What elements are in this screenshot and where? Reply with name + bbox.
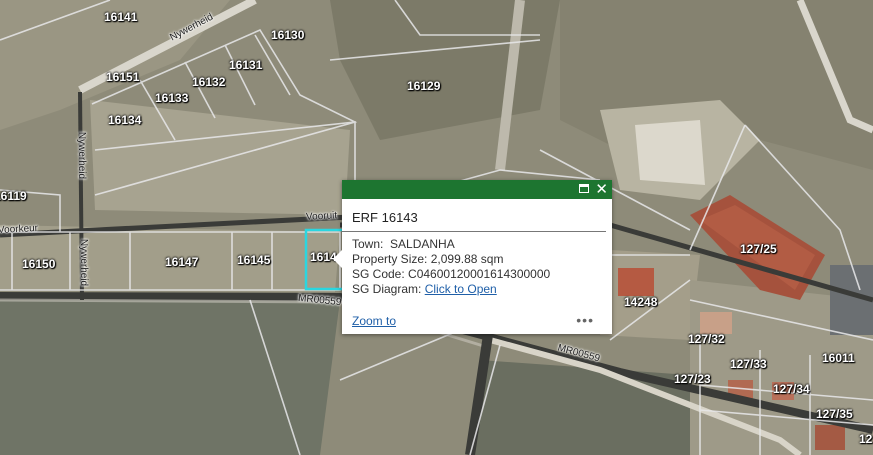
map-view[interactable]: 16141 16130 16131 16132 16151 16133 1613… — [0, 0, 873, 455]
popup-attributes: Town: SALDANHA Property Size: 2,099.88 s… — [342, 232, 612, 302]
parcel-label: 16129 — [407, 79, 441, 93]
parcel-label: 16145 — [237, 253, 271, 267]
parcel-label: 16141 — [104, 10, 138, 24]
parcel-label: 16150 — [22, 257, 56, 271]
attribute-value: C04600120001614300000 — [408, 267, 551, 281]
attribute-row: SG Diagram: Click to Open — [352, 282, 602, 297]
parcel-label: 127/23 — [674, 372, 711, 386]
parcel-label: 16132 — [192, 75, 226, 89]
sg-diagram-link[interactable]: Click to Open — [425, 282, 497, 296]
popup-header: ✕ — [342, 180, 612, 199]
attribute-key: SG Diagram: — [352, 282, 422, 296]
parcel-label: 127/33 — [730, 357, 767, 371]
popup-title: ERF 16143 — [342, 199, 606, 232]
parcel-label: 127/25 — [740, 242, 777, 256]
parcel-label: 16131 — [229, 58, 263, 72]
road-label: Nywerheid — [78, 238, 90, 287]
parcel-label: 127/32 — [688, 332, 725, 346]
parcel-label: 16133 — [155, 91, 189, 105]
parcel-label: 16011 — [822, 351, 855, 365]
attribute-row: Town: SALDANHA — [352, 237, 602, 252]
zoom-to-link[interactable]: Zoom to — [352, 314, 396, 328]
parcel-label: 16151 — [106, 70, 140, 84]
maximize-icon[interactable] — [579, 184, 590, 193]
parcel-label: 16134 — [108, 113, 142, 127]
close-icon[interactable]: ✕ — [595, 182, 608, 197]
popup-pointer — [333, 250, 342, 268]
parcel-label: 127/35 — [816, 407, 853, 421]
parcel-label: 14248 — [624, 295, 658, 309]
attribute-row: Property Size: 2,099.88 sqm — [352, 252, 602, 267]
parcel-label: 16147 — [165, 255, 199, 269]
feature-info-popup: ✕ ERF 16143 Town: SALDANHA Property Size… — [333, 180, 612, 334]
more-actions-icon[interactable]: ••• — [576, 312, 594, 328]
parcel-label: 12 — [859, 432, 873, 446]
attribute-key: Property Size: — [352, 252, 428, 266]
attribute-row: SG Code: C04600120001614300000 — [352, 267, 602, 282]
road-label: Vooruit — [305, 210, 338, 223]
attribute-value: 2,099.88 sqm — [430, 252, 504, 266]
parcel-label: 127/34 — [773, 382, 810, 396]
parcel-label: 16130 — [271, 28, 305, 42]
attribute-key: Town: — [352, 237, 384, 251]
road-label: Voorkeur — [0, 222, 39, 237]
parcel-label: 16119 — [0, 189, 27, 203]
road-label: Nywerheid — [76, 131, 88, 180]
attribute-key: SG Code: — [352, 267, 405, 281]
attribute-value: SALDANHA — [390, 237, 455, 251]
